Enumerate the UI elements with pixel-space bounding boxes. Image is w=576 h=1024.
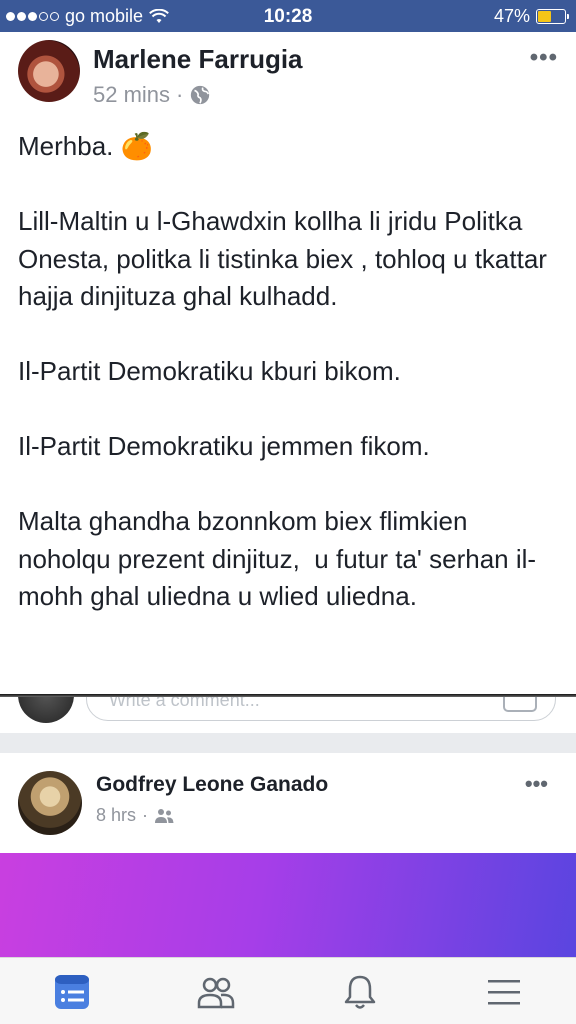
status-bar: go mobile 10:28 47% <box>0 0 576 32</box>
post-meta: 52 mins · <box>93 82 211 108</box>
comment-placeholder: Write a comment... <box>109 697 260 710</box>
post-text: Merhba. 🍊 Lill-Maltin u l-Ghawdxin kollh… <box>18 131 547 611</box>
comment-composer: Write a comment... <box>0 697 576 733</box>
post-time[interactable]: 52 mins <box>93 82 170 108</box>
bottom-tab-bar <box>0 957 576 1024</box>
avatar[interactable] <box>18 771 82 835</box>
feed-separator <box>0 733 576 753</box>
meta-separator: · <box>142 805 149 825</box>
camera-icon[interactable] <box>503 697 537 712</box>
tab-notifications[interactable] <box>338 970 382 1014</box>
tab-friends[interactable] <box>194 970 238 1014</box>
tab-menu[interactable] <box>482 970 526 1014</box>
avatar[interactable] <box>18 40 80 102</box>
post-author[interactable]: Godfrey Leone Ganado <box>96 773 328 797</box>
news-feed-icon <box>55 975 89 1009</box>
post-options-button[interactable]: ••• <box>525 771 548 797</box>
battery-icon <box>536 9 569 24</box>
avatar <box>18 697 74 723</box>
post-card-2: Godfrey Leone Ganado 8 hrs · ••• <box>0 753 576 853</box>
battery-status: 47% <box>493 6 569 27</box>
post-meta: 8 hrs · <box>96 805 174 826</box>
colored-background-post[interactable] <box>0 853 576 957</box>
post-time[interactable]: 8 hrs <box>96 805 136 826</box>
friends-icon <box>155 808 174 823</box>
comment-input[interactable]: Write a comment... <box>86 697 556 721</box>
meta-separator: · <box>176 82 184 107</box>
globe-icon <box>191 85 210 105</box>
post-options-button[interactable]: ••• <box>530 44 558 72</box>
friends-icon <box>197 977 235 1009</box>
bell-icon <box>344 975 376 1009</box>
menu-icon <box>488 980 520 1005</box>
battery-percent: 47% <box>493 6 530 26</box>
post-author[interactable]: Marlene Farrugia <box>93 44 303 75</box>
battery-fill <box>538 11 552 22</box>
post-card: Marlene Farrugia 52 mins · ••• Merhba. 🍊… <box>0 32 576 697</box>
tab-news-feed[interactable] <box>50 970 94 1014</box>
clock: 10:28 <box>263 6 313 27</box>
